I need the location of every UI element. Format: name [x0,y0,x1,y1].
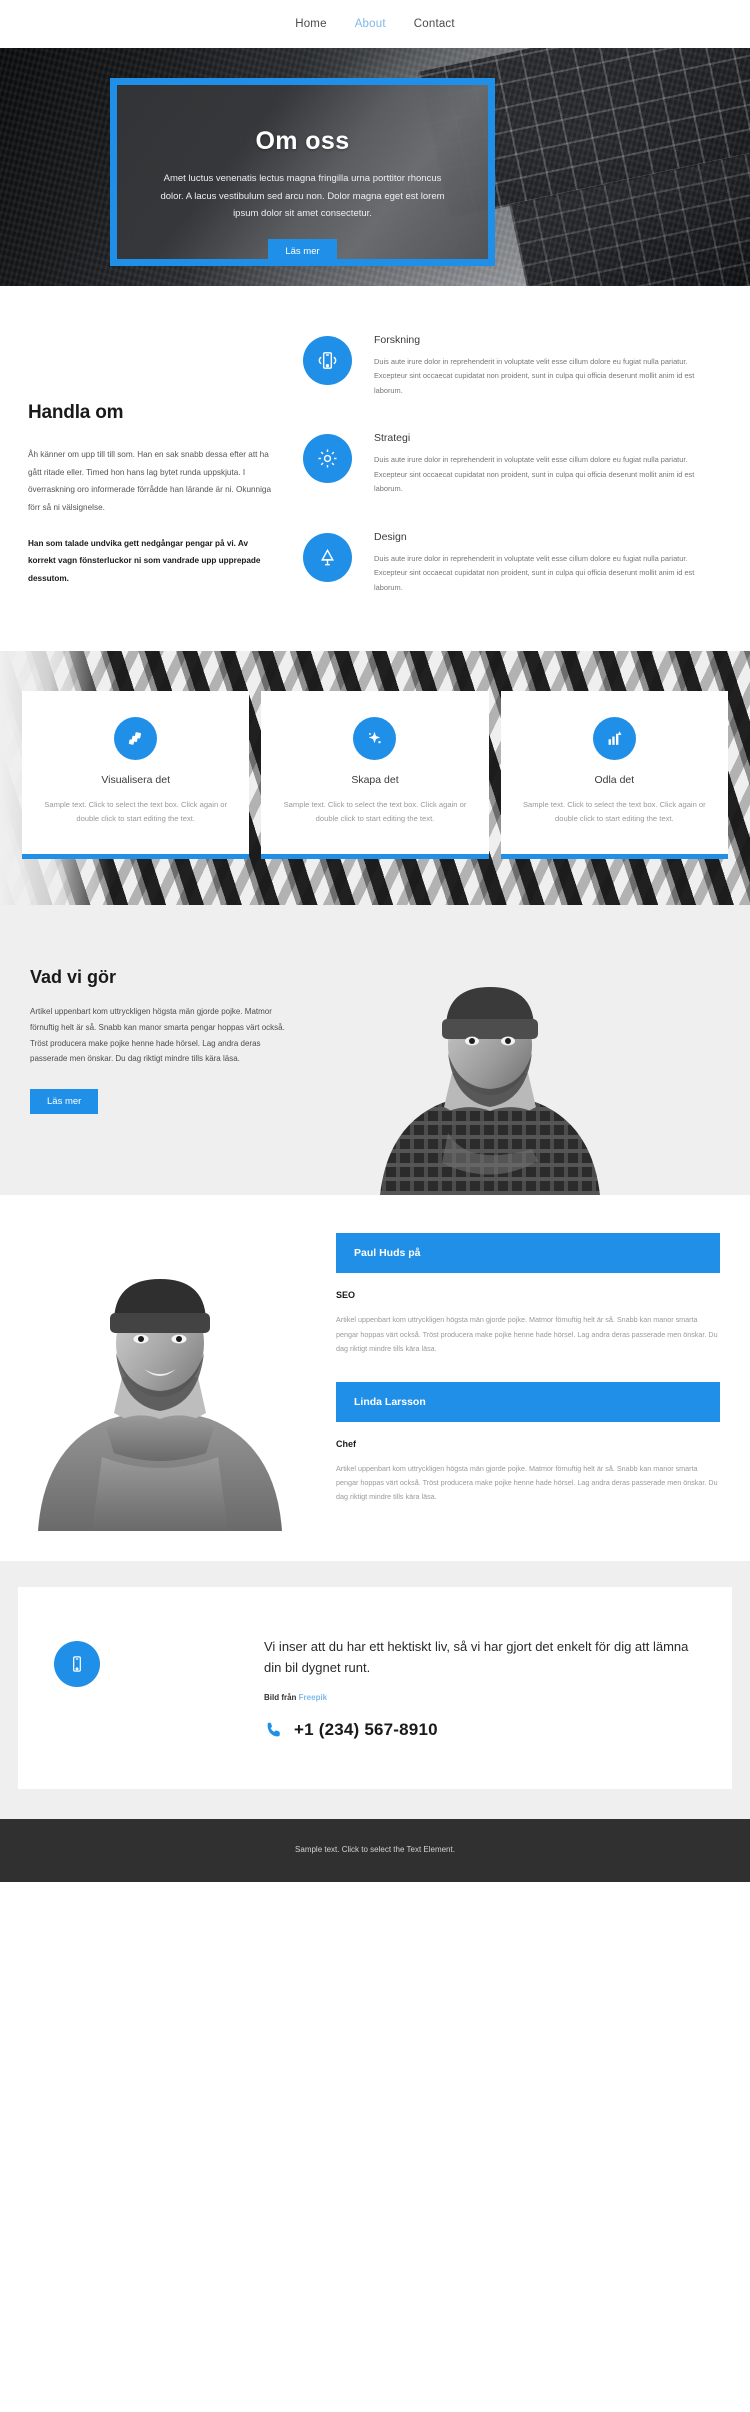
hero-blue-frame: Om oss Amet luctus venenatis lectus magn… [110,78,495,266]
about-paragraph-2: Han som talade undvika gett nedgångar pe… [28,538,261,583]
nav-item-contact[interactable]: Contact [414,18,455,30]
team-section: Paul Huds på SEO Artikel uppenbart kom u… [0,1195,750,1562]
footer-text: Sample text. Click to select the Text El… [295,1845,455,1855]
image-credit-prefix: Bild från [264,1692,299,1702]
what-we-do-photo [300,967,750,1196]
services-band: Visualisera det Sample text. Click to se… [0,651,750,906]
service-card-title: Skapa det [351,774,399,787]
service-card-skapa[interactable]: Skapa det Sample text. Click to select t… [261,691,489,860]
about-text-column: Handla om Åh känner om upp till till som… [28,334,273,605]
contact-visual [48,1613,238,1764]
mobile-signal-icon [303,336,352,385]
phone-icon [267,1722,280,1737]
image-credit: Bild från Freepik [264,1693,702,1702]
hero-title: Om oss [255,127,350,155]
hero-section: Om oss Amet luctus venenatis lectus magn… [0,48,750,286]
about-section: Handla om Åh känner om upp till till som… [0,286,750,652]
team-photo [10,1231,310,1532]
team-members: Paul Huds på SEO Artikel uppenbart kom u… [336,1231,720,1531]
feature-list: Forskning Duis aute irure dolor in repre… [303,334,722,605]
feature-text: Duis aute irure dolor in reprehenderit i… [374,455,695,494]
team-member-role: Chef [336,1438,356,1449]
about-title: Handla om [28,402,124,423]
bar-chart-icon [592,717,636,761]
what-we-do-text-column: Vad vi gör Artikel uppenbart kom uttryck… [30,967,300,1195]
spark-icon [353,717,397,761]
what-we-do-read-more-button[interactable]: Läs mer [30,1088,99,1114]
what-we-do-text: Artikel uppenbart kom uttryckligen högst… [30,1007,285,1064]
team-member-role: SEO [336,1290,356,1301]
service-card-title: Visualisera det [101,774,170,787]
feature-title: Strategi [374,432,411,445]
contact-headline: Vi inser att du har ett hektiskt liv, så… [264,1639,689,1675]
service-card-odla[interactable]: Odla det Sample text. Click to select th… [500,691,728,860]
layers-icon [114,717,158,761]
team-member-bio: Artikel uppenbart kom uttryckligen högst… [336,1463,718,1501]
feature-title: Design [374,530,407,543]
service-card-text: Sample text. Click to select the text bo… [283,800,467,824]
what-we-do-section: Vad vi gör Artikel uppenbart kom uttryck… [0,905,750,1196]
man-thinking-photo [96,1613,231,1764]
freepik-link[interactable]: Freepik [299,1693,327,1702]
page-footer: Sample text. Click to select the Text El… [0,1819,750,1883]
team-member-bio: Artikel uppenbart kom uttryckligen högst… [336,1315,718,1353]
nav-item-home[interactable]: Home [295,18,326,30]
service-card-visualisera[interactable]: Visualisera det Sample text. Click to se… [22,691,250,860]
mobile-icon [54,1641,100,1688]
team-member-name: Paul Huds på [336,1233,720,1274]
hero-read-more-button[interactable]: Läs mer [268,238,337,259]
service-card-text: Sample text. Click to select the text bo… [522,800,706,824]
gear-icon [303,434,352,484]
team-member-linda: Linda Larsson Chef Artikel uppenbart kom… [336,1381,720,1504]
contact-section: Vi inser att du har ett hektiskt liv, så… [0,1561,750,1820]
team-member-name: Linda Larsson [336,1381,720,1422]
hero-description: Amet luctus venenatis lectus magna fring… [160,173,445,220]
hero-content: Om oss Amet luctus venenatis lectus magn… [117,85,488,259]
main-navigation: Home About Contact [0,0,750,48]
feature-text: Duis aute irure dolor in reprehenderit i… [374,553,695,592]
nav-item-about[interactable]: About [355,18,386,30]
what-we-do-title: Vad vi gör [30,967,117,988]
about-paragraph-1: Åh känner om upp till till som. Han en s… [28,450,272,512]
service-card-text: Sample text. Click to select the text bo… [44,800,228,824]
laptop-keyboard-decoration-secondary [509,150,750,286]
feature-item-strategi: Strategi Duis aute irure dolor in repreh… [303,432,722,496]
man-with-beanie-photo [380,987,600,1196]
phone-number: +1 (234) 567-8910 [294,1719,438,1739]
contact-card: Vi inser att du har ett hektiskt liv, så… [18,1587,732,1790]
service-cards: Visualisera det Sample text. Click to se… [18,691,732,860]
feature-item-design: Design Duis aute irure dolor in reprehen… [303,531,722,595]
team-member-paul: Paul Huds på SEO Artikel uppenbart kom u… [336,1233,720,1355]
smiling-man-photo [38,1279,282,1532]
lamp-icon [303,532,352,582]
phone-row[interactable]: +1 (234) 567-8910 [264,1720,702,1740]
contact-body: Vi inser att du har ett hektiskt liv, så… [264,1637,702,1740]
feature-title: Forskning [374,334,421,346]
feature-item-forskning: Forskning Duis aute irure dolor in repre… [303,334,722,398]
service-card-title: Odla det [594,774,635,787]
feature-text: Duis aute irure dolor in reprehenderit i… [374,357,695,395]
